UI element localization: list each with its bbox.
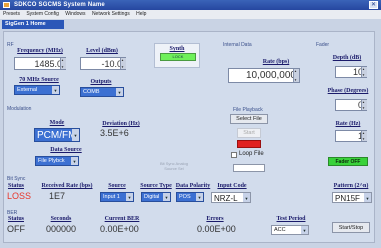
synth-panel: Synth LOCK [154,43,200,68]
app-window: SDKCO SGCMS System Name ✕ Presets System… [0,0,381,248]
outputs-select[interactable]: COMB ▼ [80,87,124,97]
current-ber-label: Current BER [104,216,140,222]
modulation-group-label: Modulation [7,106,32,112]
chevron-down-icon: ▼ [196,193,203,201]
received-rate-label: Received Rate (bps) [41,183,93,189]
rate-bps-label: Rate (bps) [262,59,290,65]
ber-start-stop-button[interactable]: Start/Stop [332,222,370,233]
chevron-down-icon: ▼ [72,129,79,141]
ref-source-label: 70 MHz Source [19,77,59,83]
menu-presets[interactable]: Presets [3,11,20,17]
synth-label: Synth [169,46,185,52]
mode-value: PCM/FM [37,130,77,141]
outputs-label: Outputs [90,79,112,85]
start-button[interactable]: Start [237,128,261,138]
deviation-value: 3.5E+6 [100,128,129,138]
tab-bar: SigGen 1 Home [0,19,381,29]
bitsync-status-value: LOSS [7,191,32,201]
chevron-down-icon: ▼ [71,157,78,165]
bitsync-source-value: Input 1 [103,194,120,200]
ber-seconds-value: 000000 [46,224,77,234]
pattern-label: Pattern (2^n) [333,183,369,189]
menu-network-settings[interactable]: Network Settings [92,11,130,17]
level-label: Level (dBm) [86,48,118,54]
current-ber-value: 0.00E+00 [100,224,139,234]
ber-errors-value: 0.00E+00 [197,224,236,234]
mode-select[interactable]: PCM/FM ▼ [34,128,80,142]
menu-system-config[interactable]: System Config [26,11,59,17]
loop-file-checkbox[interactable] [231,152,237,158]
fader-depth-label: Depth (dB) [332,55,362,61]
source-type-value: Digital [144,194,160,200]
rate-bps-stepper[interactable] [293,69,299,82]
data-polarity-value: POS [179,194,191,200]
input-code-select[interactable]: NRZ-L ▼ [211,192,251,203]
chevron-down-icon: ▼ [243,193,250,202]
app-icon [3,2,10,8]
fader-group-label: Fader [316,42,330,48]
tab-siggen-home[interactable]: SigGen 1 Home [2,20,64,29]
ber-errors-label: Errors [206,216,224,222]
bitsync-source-select[interactable]: Input 1 ▼ [100,192,134,202]
chevron-down-icon: ▼ [301,226,308,234]
ref-source-value: External [17,87,38,93]
outputs-value: COMB [83,89,100,95]
window-title: SDKCO SGCMS System Name [14,2,105,8]
menu-windows[interactable]: Windows [65,11,85,17]
data-source-select[interactable]: File Plybck ▼ [35,156,79,166]
bitsync-source-label: Source [108,183,126,189]
menu-bar: Presets System Config Windows Network Se… [0,10,381,19]
data-source-value: File Plybck [38,158,65,164]
ber-seconds-label: Seconds [50,216,72,222]
close-icon[interactable]: ✕ [369,1,378,9]
chevron-down-icon: ▼ [364,193,371,202]
ref-source-select[interactable]: External ▼ [14,85,60,95]
title-bar: SDKCO SGCMS System Name ✕ [0,0,381,10]
internal-data-group-label: Internal Data [223,42,252,48]
ber-status-value: OFF [7,224,25,234]
stop-button[interactable]: Stop [237,140,261,148]
loop-file-label: Loop File [239,151,264,157]
fader-phase-stepper[interactable] [361,100,367,110]
fader-depth-stepper[interactable] [361,67,367,77]
mode-label: Mode [49,120,65,126]
received-rate-value: 1E7 [49,191,66,201]
menu-help[interactable]: Help [136,11,146,17]
pattern-select[interactable]: PN15F ▼ [332,192,372,203]
analog-source-note: Bit Sync Analog Source Sel [159,161,189,171]
pattern-value: PN15F [335,194,360,203]
frequency-input[interactable]: 1485.0 [14,57,66,70]
frequency-stepper[interactable] [60,58,66,69]
file-name-field[interactable] [233,164,265,172]
chevron-down-icon: ▼ [116,88,123,96]
rate-bps-input[interactable]: 10,000,000 [228,68,300,83]
chevron-down-icon: ▼ [163,193,170,201]
file-playback-group-label: File Playback [233,107,263,113]
fader-phase-label: Phase (Degrees) [327,88,369,94]
bitsync-status-label: Status [7,183,24,189]
fader-rate-label: Rate (Hz) [335,121,361,127]
data-polarity-select[interactable]: POS ▼ [176,192,204,202]
ber-status-label: Status [7,216,24,222]
synth-lock-indicator: LOCK [160,53,196,61]
test-period-value: ACC [274,227,286,233]
source-type-label: Source Type [140,183,172,189]
chevron-down-icon: ▼ [126,193,133,201]
input-code-value: NRZ-L [214,194,238,203]
input-code-label: Input Code [217,183,247,189]
deviation-label: Deviation (Hz) [102,121,140,127]
main-content: RF Frequency (MHz) 1485.0 Level (dBm) -1… [3,31,375,243]
data-source-label: Data Source [50,147,82,153]
bit-sync-group-label: Bit Sync [7,176,26,182]
fader-rate-stepper[interactable] [361,131,367,141]
chevron-down-icon: ▼ [52,86,59,94]
test-period-label: Test Period [276,216,306,222]
select-file-button[interactable]: Select File [230,114,268,124]
frequency-label: Frequency (MHz) [17,48,63,54]
level-stepper[interactable] [120,58,126,69]
test-period-select[interactable]: ACC ▼ [271,225,309,235]
fader-status-indicator[interactable]: Fader OFF [328,157,368,166]
source-type-select[interactable]: Digital ▼ [141,192,171,202]
data-polarity-label: Data Polarity [175,183,211,189]
